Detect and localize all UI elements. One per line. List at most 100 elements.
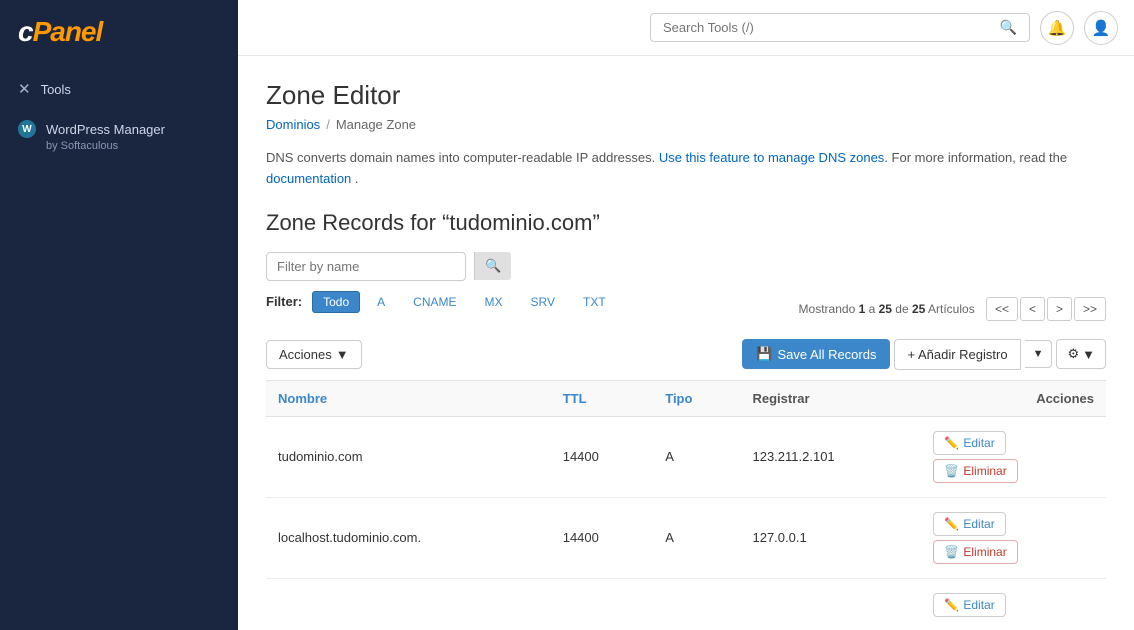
filter-input-wrap bbox=[266, 252, 466, 281]
edit-button-1[interactable]: ✏️ Editar bbox=[933, 431, 1005, 455]
edit-button-2[interactable]: ✏️ Editar bbox=[933, 512, 1005, 536]
actions-cell-2: ✏️ Editar 🗑️ Eliminar bbox=[933, 512, 1094, 564]
dropdown-caret-icon: ▼ bbox=[1033, 348, 1044, 360]
user-profile-button[interactable]: 👤 bbox=[1084, 11, 1118, 45]
trash-icon-2: 🗑️ bbox=[944, 545, 959, 559]
breadcrumb-dominios[interactable]: Dominios bbox=[266, 117, 320, 132]
main-area: 🔍 🔔 👤 Zone Editor Dominios / Manage Zone… bbox=[238, 0, 1134, 630]
pagination: Mostrando 1 a 25 de 25 Artículos << < > … bbox=[799, 297, 1106, 321]
desc-text1: DNS converts domain names into computer-… bbox=[266, 150, 655, 165]
notifications-button[interactable]: 🔔 bbox=[1040, 11, 1074, 45]
cell-tipo-1: A bbox=[653, 416, 740, 497]
cell-tipo-3 bbox=[653, 578, 740, 630]
acciones-label: Acciones bbox=[279, 347, 332, 362]
documentation-link[interactable]: documentation bbox=[266, 171, 351, 186]
edit-icon-2: ✏️ bbox=[944, 517, 959, 531]
sidebar: cPanel ✕ Tools W WordPress Manager by So… bbox=[0, 0, 238, 630]
sidebar-nav: ✕ Tools W WordPress Manager by Softaculo… bbox=[0, 66, 238, 166]
sidebar-item-tools-label: Tools bbox=[41, 82, 71, 97]
edit-icon-3: ✏️ bbox=[944, 598, 959, 612]
delete-button-2[interactable]: 🗑️ Eliminar bbox=[933, 540, 1017, 564]
acciones-caret-icon: ▼ bbox=[336, 347, 349, 362]
gear-settings-button[interactable]: ⚙ ▼ bbox=[1056, 339, 1106, 369]
cell-nombre-2: localhost.tudominio.com. bbox=[266, 497, 551, 578]
filter-bar: 🔍 bbox=[266, 252, 1106, 281]
col-header-ttl: TTL bbox=[551, 380, 654, 416]
page-first-button[interactable]: << bbox=[986, 297, 1018, 321]
page-last-button[interactable]: >> bbox=[1074, 297, 1106, 321]
filter-btn-txt[interactable]: TXT bbox=[572, 291, 617, 313]
breadcrumb-manage-zone: Manage Zone bbox=[336, 117, 416, 132]
cell-ttl-1: 14400 bbox=[551, 416, 654, 497]
records-table: Nombre TTL Tipo Registrar Acciones tudom… bbox=[266, 380, 1106, 630]
page-prev-button[interactable]: < bbox=[1020, 297, 1045, 321]
filter-label: Filter: bbox=[266, 294, 302, 309]
delete-label-1: Eliminar bbox=[963, 464, 1006, 478]
filter-btn-a[interactable]: A bbox=[366, 291, 396, 313]
filter-btn-cname[interactable]: CNAME bbox=[402, 291, 467, 313]
cell-acciones-1: ✏️ Editar 🗑️ Eliminar bbox=[921, 416, 1106, 497]
delete-button-1[interactable]: 🗑️ Eliminar bbox=[933, 459, 1017, 483]
edit-label-2: Editar bbox=[963, 517, 994, 531]
sidebar-wp-sublabel: by Softaculous bbox=[18, 140, 220, 152]
pagination-start: 1 bbox=[859, 302, 866, 316]
search-input[interactable] bbox=[659, 14, 996, 41]
edit-label-3: Editar bbox=[963, 598, 994, 612]
search-container: 🔍 bbox=[650, 13, 1030, 42]
save-all-records-button[interactable]: 💾 Save All Records bbox=[742, 339, 890, 369]
edit-label-1: Editar bbox=[963, 436, 994, 450]
right-actions: 💾 Save All Records + Añadir Registro ▼ ⚙… bbox=[742, 339, 1106, 370]
page-next-button[interactable]: > bbox=[1047, 297, 1072, 321]
edit-button-3[interactable]: ✏️ Editar bbox=[933, 593, 1005, 617]
filter-search-button[interactable]: 🔍 bbox=[474, 252, 511, 280]
actions-cell-1: ✏️ Editar 🗑️ Eliminar bbox=[933, 431, 1094, 483]
desc-link[interactable]: Use this feature to manage DNS zones. bbox=[659, 150, 888, 165]
acciones-button[interactable]: Acciones ▼ bbox=[266, 340, 362, 369]
table-header-row: Nombre TTL Tipo Registrar Acciones bbox=[266, 380, 1106, 416]
delete-label-2: Eliminar bbox=[963, 545, 1006, 559]
zone-records-title: Zone Records for “tudominio.com” bbox=[266, 210, 1106, 236]
sidebar-item-tools[interactable]: ✕ Tools bbox=[0, 70, 238, 108]
col-header-registrar: Registrar bbox=[740, 380, 921, 416]
save-all-label: Save All Records bbox=[777, 347, 876, 362]
search-button[interactable]: 🔍 bbox=[996, 17, 1021, 38]
add-registro-dropdown-button[interactable]: ▼ bbox=[1025, 340, 1053, 368]
bell-icon: 🔔 bbox=[1048, 19, 1067, 37]
filter-input[interactable] bbox=[273, 253, 459, 280]
col-header-acciones: Acciones bbox=[921, 380, 1106, 416]
edit-icon-1: ✏️ bbox=[944, 436, 959, 450]
col-header-tipo: Tipo bbox=[653, 380, 740, 416]
save-icon: 💾 bbox=[756, 346, 772, 362]
desc-text3: For more information, read the bbox=[892, 150, 1068, 165]
sidebar-item-wordpress[interactable]: W WordPress Manager by Softaculous bbox=[0, 110, 238, 162]
cell-tipo-2: A bbox=[653, 497, 740, 578]
pagination-total: 25 bbox=[912, 302, 925, 316]
col-header-nombre: Nombre bbox=[266, 380, 551, 416]
table-row: localhost.tudominio.com. 14400 A 127.0.0… bbox=[266, 497, 1106, 578]
cell-registrar-1: 123.211.2.101 bbox=[740, 416, 921, 497]
content-area: Zone Editor Dominios / Manage Zone DNS c… bbox=[238, 56, 1134, 630]
breadcrumb: Dominios / Manage Zone bbox=[266, 117, 1106, 132]
topbar: 🔍 🔔 👤 bbox=[238, 0, 1134, 56]
gear-caret-icon: ▼ bbox=[1082, 347, 1095, 362]
filter-btn-srv[interactable]: SRV bbox=[520, 291, 566, 313]
cell-registrar-3 bbox=[740, 578, 921, 630]
cell-acciones-3: ✏️ Editar bbox=[921, 578, 1106, 630]
pagination-end: 25 bbox=[879, 302, 892, 316]
cell-ttl-3 bbox=[551, 578, 654, 630]
description-text: DNS converts domain names into computer-… bbox=[266, 148, 1106, 190]
add-registro-button[interactable]: + Añadir Registro bbox=[894, 339, 1020, 370]
action-row: Acciones ▼ 💾 Save All Records + Añadir R… bbox=[266, 339, 1106, 370]
table-row: tudominio.com 14400 A 123.211.2.101 ✏️ E… bbox=[266, 416, 1106, 497]
filter-btn-mx[interactable]: MX bbox=[474, 291, 514, 313]
pagination-info: Mostrando 1 a 25 de 25 Artículos bbox=[799, 302, 975, 316]
breadcrumb-sep: / bbox=[326, 117, 330, 132]
cell-nombre-3 bbox=[266, 578, 551, 630]
trash-icon-1: 🗑️ bbox=[944, 464, 959, 478]
cell-ttl-2: 14400 bbox=[551, 497, 654, 578]
sidebar-wp-top: W WordPress Manager bbox=[18, 120, 220, 138]
cell-acciones-2: ✏️ Editar 🗑️ Eliminar bbox=[921, 497, 1106, 578]
logo: cPanel bbox=[0, 0, 238, 66]
add-registro-label: + Añadir Registro bbox=[907, 347, 1007, 362]
filter-btn-todo[interactable]: Todo bbox=[312, 291, 360, 313]
